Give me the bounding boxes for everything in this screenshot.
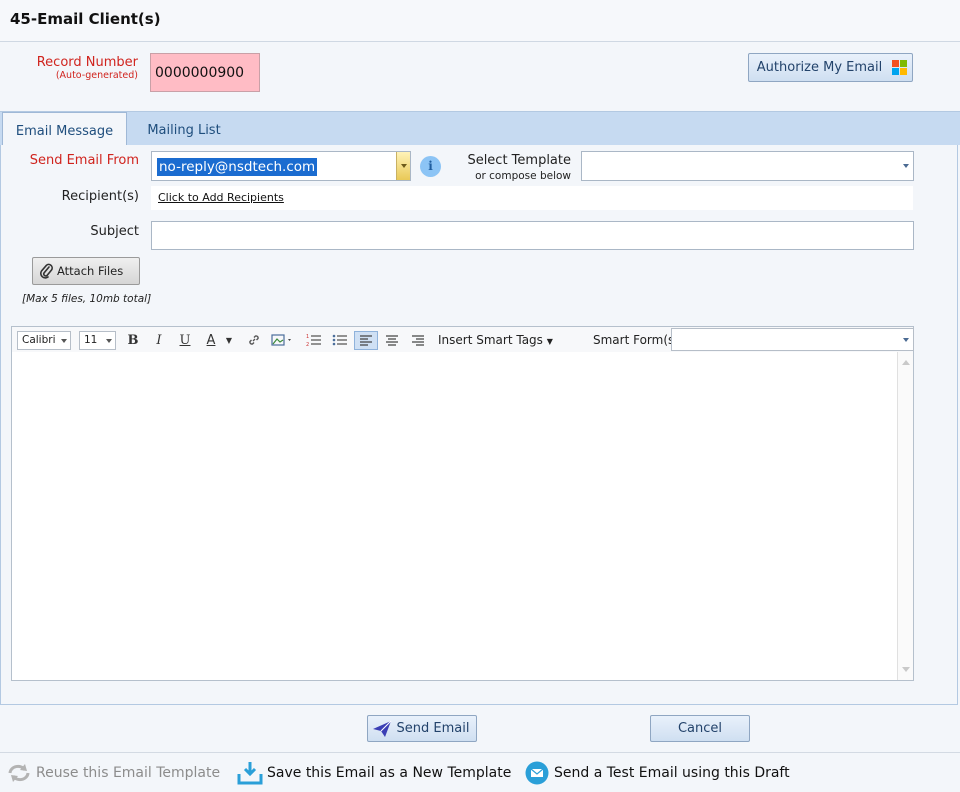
font-color-dropdown-icon[interactable]: ▼: [222, 331, 236, 350]
record-number-sublabel: (Auto-generated): [55, 70, 138, 81]
svg-text:2: 2: [306, 342, 309, 347]
send-from-value: no-reply@nsdtech.com: [157, 158, 318, 176]
font-size-value: 11: [84, 334, 98, 346]
numbered-list-icon[interactable]: 12: [302, 331, 326, 350]
download-icon: [237, 762, 263, 785]
align-left-icon[interactable]: [354, 331, 378, 350]
save-as-template-link[interactable]: Save this Email as a New Template: [267, 765, 511, 781]
tab-email-message[interactable]: Email Message: [2, 112, 127, 147]
font-size-dropdown[interactable]: 11: [79, 331, 116, 350]
svg-text:1: 1: [306, 334, 309, 340]
authorize-email-button[interactable]: Authorize My Email: [748, 53, 913, 82]
paper-plane-icon: [373, 720, 392, 737]
select-template-dropdown-arrow[interactable]: [899, 152, 913, 180]
attach-files-button[interactable]: Attach Files: [32, 257, 140, 285]
cancel-button[interactable]: Cancel: [650, 715, 750, 742]
title-bar: 45-Email Client(s): [0, 0, 960, 42]
subject-input[interactable]: [151, 221, 914, 250]
add-recipients-link[interactable]: Click to Add Recipients: [158, 191, 284, 204]
email-body-textarea[interactable]: [12, 352, 896, 680]
insert-smart-tags-menu[interactable]: Insert Smart Tags ▼: [438, 333, 553, 347]
window-title: 45-Email Client(s): [10, 10, 161, 28]
link-icon[interactable]: [242, 331, 266, 350]
select-template-label: Select Template or compose below: [461, 154, 571, 183]
record-number-label-text: Record Number: [36, 55, 138, 70]
record-number-label: Record Number (Auto-generated): [37, 56, 138, 82]
editor-toolbar: Calibri 11 B I U A ▼ 12 Insert Smart Tag…: [12, 327, 914, 352]
bold-button[interactable]: B: [121, 331, 145, 350]
send-test-email-link[interactable]: Send a Test Email using this Draft: [554, 765, 790, 781]
chevron-down-icon: ▼: [546, 337, 553, 346]
select-template-label-text: Select Template: [467, 153, 571, 168]
scroll-up-icon[interactable]: [902, 360, 910, 365]
attach-limit-note: [Max 5 files, 10mb total]: [22, 293, 152, 305]
reuse-icon: [8, 764, 30, 782]
select-template-dropdown[interactable]: [581, 151, 914, 181]
align-right-icon[interactable]: [406, 331, 430, 350]
insert-image-icon[interactable]: [268, 331, 298, 350]
align-center-icon[interactable]: [380, 331, 404, 350]
send-from-label: Send Email From: [29, 153, 139, 168]
email-body-editor: Calibri 11 B I U A ▼ 12 Insert Smart Tag…: [11, 326, 914, 681]
smart-forms-dropdown-arrow[interactable]: [899, 329, 913, 350]
recipients-field: Click to Add Recipients: [151, 186, 913, 210]
footer-bar: Reuse this Email Template Save this Emai…: [0, 752, 960, 792]
font-family-dropdown[interactable]: Calibri: [17, 331, 71, 350]
scroll-down-icon[interactable]: [902, 667, 910, 672]
chevron-down-icon: [903, 338, 909, 342]
insert-smart-tags-label: Insert Smart Tags: [438, 333, 543, 347]
info-icon[interactable]: i: [420, 156, 441, 177]
chevron-down-icon: [61, 339, 67, 343]
send-from-dropdown-arrow[interactable]: [396, 152, 410, 180]
tab-bar: Email Message Mailing List: [0, 111, 960, 147]
smart-forms-dropdown[interactable]: [671, 328, 914, 351]
authorize-email-label: Authorize My Email: [756, 60, 883, 75]
subject-label: Subject: [90, 224, 139, 239]
recipients-label: Recipient(s): [61, 189, 139, 204]
attach-files-label: Attach Files: [57, 264, 124, 278]
record-number-field: 0000000900: [150, 53, 260, 92]
chevron-down-icon: [903, 164, 909, 168]
reuse-template-link[interactable]: Reuse this Email Template: [36, 765, 220, 781]
send-email-button[interactable]: Send Email: [367, 715, 477, 742]
send-email-label: Send Email: [396, 721, 470, 736]
editor-scrollbar[interactable]: [897, 352, 913, 680]
underline-button[interactable]: U: [173, 331, 197, 350]
italic-button[interactable]: I: [147, 331, 171, 350]
bullet-list-icon[interactable]: [328, 331, 352, 350]
mail-icon: [525, 761, 549, 785]
paperclip-icon: [40, 263, 53, 279]
select-template-sublabel: or compose below: [475, 170, 571, 182]
send-from-dropdown[interactable]: no-reply@nsdtech.com: [151, 151, 411, 181]
smart-forms-label: Smart Form(s): [593, 333, 679, 347]
chevron-down-icon: [106, 339, 112, 343]
tab-mailing-list[interactable]: Mailing List: [127, 112, 241, 146]
windows-logo-icon: [892, 60, 908, 76]
font-color-button[interactable]: A: [199, 331, 223, 350]
chevron-down-icon: [400, 164, 407, 168]
font-family-value: Calibri: [22, 334, 56, 346]
